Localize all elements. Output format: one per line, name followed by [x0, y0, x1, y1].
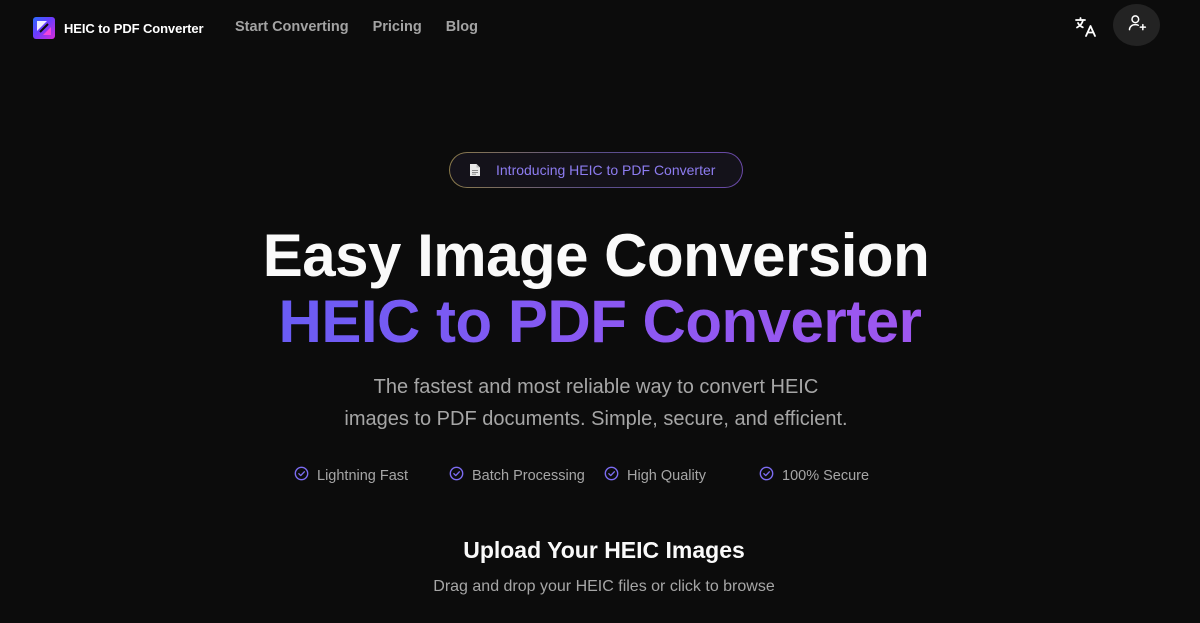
hero-title-gradient-text: HEIC to PDF Converter — [278, 288, 922, 355]
nav-blog[interactable]: Blog — [446, 19, 478, 35]
main-nav: Start Converting Pricing Blog — [235, 19, 502, 35]
check-circle-icon — [604, 466, 619, 485]
hero-subtitle-line-2: images to PDF documents. Simple, secure,… — [344, 408, 848, 430]
intro-badge-text: Introducing HEIC to PDF Converter — [496, 162, 716, 178]
feature-label: Batch Processing — [472, 467, 585, 484]
feature-item: Batch Processing — [449, 466, 585, 485]
feature-item: High Quality — [604, 466, 706, 485]
language-button[interactable] — [1071, 14, 1101, 44]
feature-item: Lightning Fast — [294, 466, 408, 485]
feature-label: 100% Secure — [782, 467, 870, 484]
feature-list: Lightning Fast Batch Processing High Qua… — [0, 466, 1200, 488]
account-button[interactable] — [1113, 4, 1160, 46]
top-header: HEIC to PDF Converter Start Converting P… — [0, 0, 1200, 56]
hero-title: Easy Image Conversion — [262, 222, 930, 289]
nav-pricing[interactable]: Pricing — [373, 19, 422, 35]
feature-label: High Quality — [627, 467, 706, 484]
hero-subtitle: The fastest and most reliable way to con… — [300, 371, 892, 435]
feature-item: 100% Secure — [759, 466, 869, 485]
feature-label: Lightning Fast — [317, 467, 409, 484]
check-circle-icon — [449, 466, 464, 485]
translate-icon — [1074, 15, 1098, 44]
upload-subtitle: Drag and drop your HEIC files or click t… — [433, 578, 775, 595]
hero-title-gradient: HEIC to PDF Converter — [0, 288, 1200, 356]
app-logo-icon — [33, 17, 55, 39]
brand-link[interactable]: HEIC to PDF Converter — [33, 17, 204, 39]
intro-badge[interactable]: Introducing HEIC to PDF Converter — [449, 152, 743, 188]
document-icon — [469, 163, 481, 182]
upload-title: Upload Your HEIC Images — [463, 537, 745, 563]
nav-start-converting[interactable]: Start Converting — [235, 19, 349, 35]
user-plus-icon — [1127, 13, 1147, 38]
hero-subtitle-line-1: The fastest and most reliable way to con… — [373, 376, 819, 398]
page: HEIC to PDF Converter Start Converting P… — [0, 0, 1200, 623]
check-circle-icon — [759, 466, 774, 485]
brand-name: HEIC to PDF Converter — [64, 20, 204, 36]
check-circle-icon — [294, 466, 309, 485]
